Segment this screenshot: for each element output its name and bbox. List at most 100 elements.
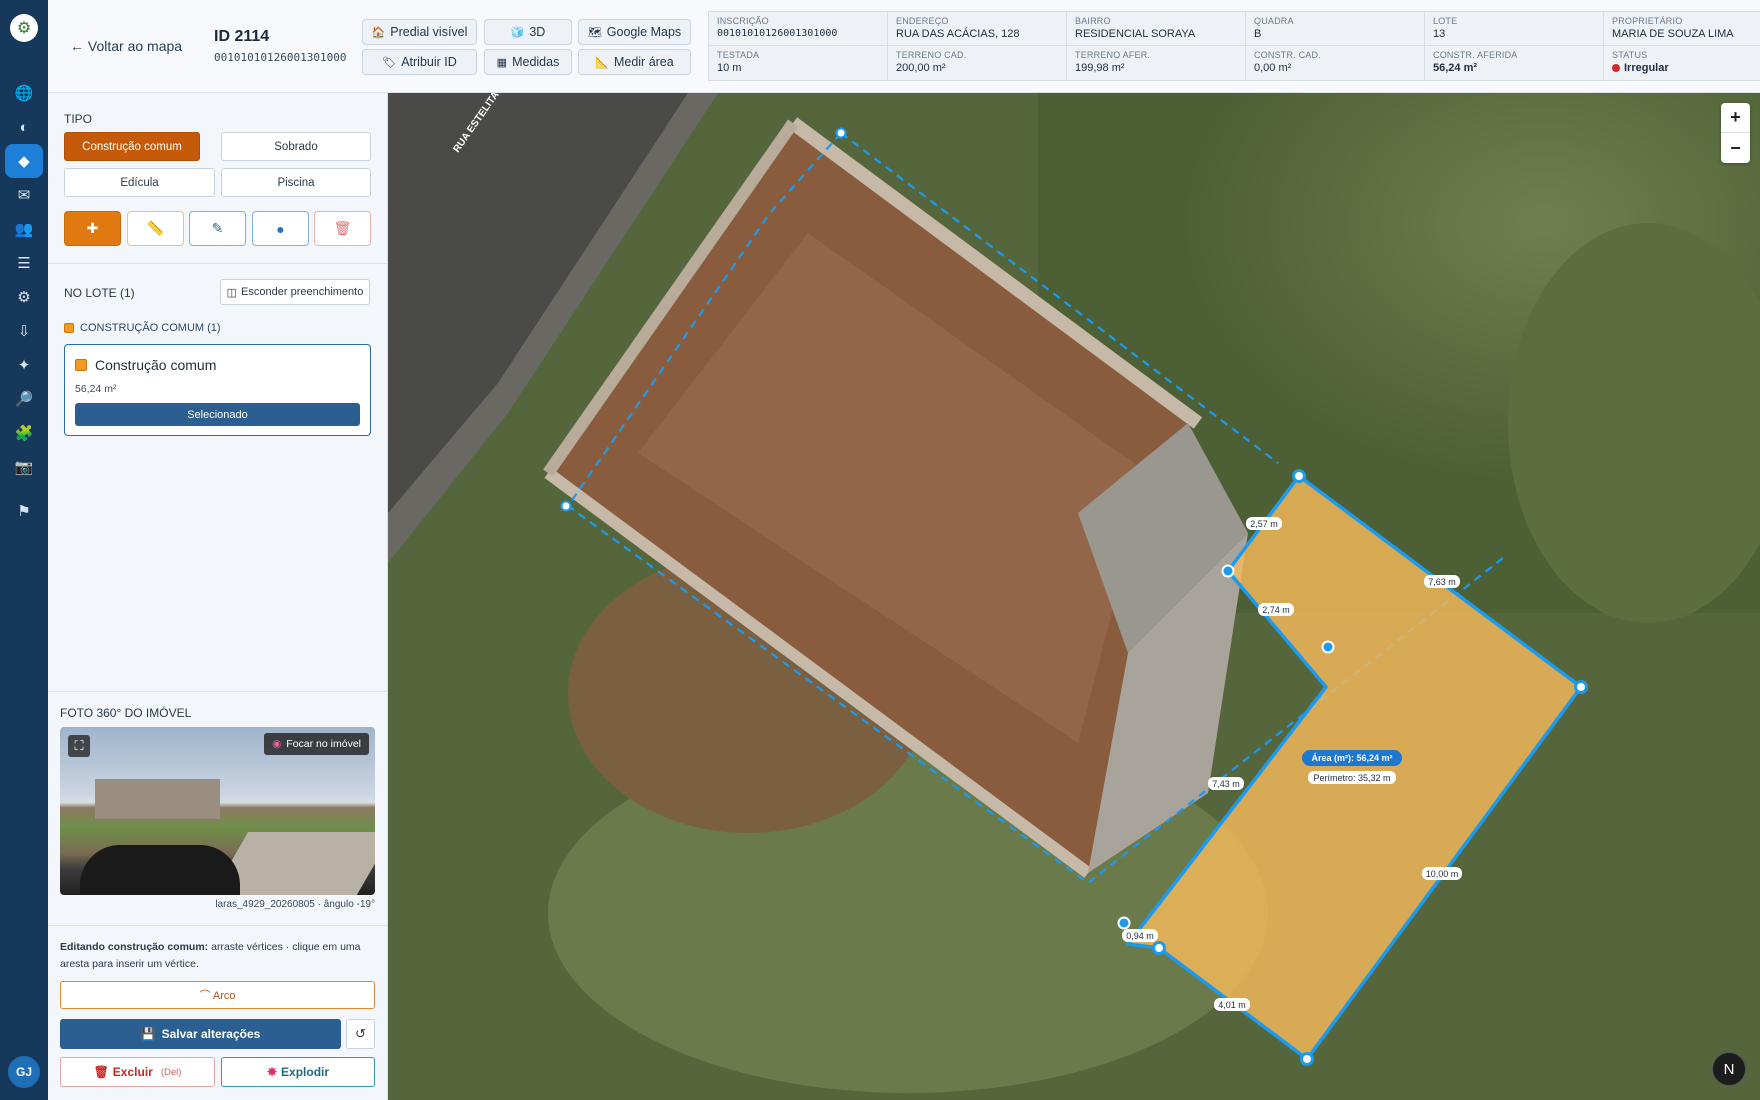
building-icon: 🏠 [371,26,386,39]
target-icon: ◉ [272,738,282,750]
map-canvas[interactable]: RUA ESTELITA 2,57 m 7,63 m 2,74 m 7,43 m… [388,93,1760,1100]
list-icon[interactable]: ☰ [5,246,43,280]
type-edicula-button[interactable]: Edícula [64,168,215,197]
3d-button[interactable]: 🧊 3D [484,19,572,45]
puzzle-icon[interactable]: 🧩 [5,416,43,450]
burst-icon: ✸ [266,1065,278,1079]
edge-label: 10,00 m [1426,869,1459,879]
fill-icon: ◫ [226,286,238,299]
category-group-header[interactable]: CONSTRUÇÃO COMUM (1) [64,322,221,334]
cube-icon: 🧊 [510,26,525,39]
color-swatch-icon [64,323,74,333]
edge-label: 2,57 m [1250,519,1278,529]
flag-icon[interactable]: ⚑ [5,494,43,528]
divider [48,263,387,264]
vertex-handle[interactable] [1574,680,1588,694]
circle-tool-button[interactable]: ● [252,211,309,246]
construction-card[interactable]: Construção comum 56,24 m² Selecionado [64,344,371,436]
delete-tool-button[interactable]: 🗑 [314,211,371,246]
left-rail: ⚙ 🌐 ◐ ◆ ✉ 👥 ☰ ⚙ ⇩ ✦ 🔎 🧩 📷 ⚑ GJ [0,0,48,1100]
back-to-map-link[interactable]: ← Voltar ao mapa [70,38,182,54]
status-badge: Irregular [1624,62,1669,74]
vertex-handle[interactable] [1221,564,1235,578]
floppy-icon: 💾 [140,1027,156,1041]
property-id-title: ID 2114 [214,28,270,45]
vertex-handle[interactable] [560,500,572,512]
perimeter-label: Perímetro: 35,32 m [1313,773,1390,783]
measure-button[interactable]: 📏 [127,211,184,246]
edit-vertices-button[interactable]: ✎ [189,211,246,246]
type-piscina-button[interactable]: Piscina [221,168,371,197]
info-proprietario: PROPRIETÁRIO MARIA DE SOUZA LIMA [1604,12,1760,46]
vertex-handle[interactable] [1152,941,1166,955]
info-inscricao: INSCRIÇÃO 00101010126001301000 [709,12,888,46]
street-view-photo[interactable]: ⛶ ◉ Focar no imóvel [60,727,375,895]
header: ← Voltar ao mapa ID 2114 001010101260013… [48,0,1760,93]
hide-fill-button[interactable]: ◫ Esconder preenchimento [220,279,370,305]
expand-icon[interactable]: ⛶ [68,735,90,757]
vertex-handle[interactable] [1321,640,1335,654]
mail-icon[interactable]: ✉ [5,178,43,212]
search-icon[interactable]: 🔎 [5,382,43,416]
area-label: Área (m²): 56,24 m² [1311,753,1392,763]
info-endereco: ENDEREÇO RUA DAS ACÁCIAS, 128 [888,12,1067,46]
camera-icon[interactable]: 📷 [5,450,43,484]
plus-icon: ✚ [86,220,99,236]
medidas-button[interactable]: ▦ Medidas [484,49,572,75]
tag-icon: 🏷 [382,56,397,69]
medir-area-button[interactable]: 📐 Medir área [578,49,691,75]
foto-heading: FOTO 360° DO IMÓVEL [60,706,192,720]
zoom-out-button[interactable]: − [1721,133,1750,163]
app-logo[interactable]: ⚙ [10,14,38,42]
explode-button[interactable]: ✸ Explodir [221,1057,375,1087]
atribuir-id-button[interactable]: 🏷 Atribuir ID [362,49,477,75]
edge-label: 7,63 m [1428,577,1456,587]
edge-label: 0,94 m [1126,931,1154,941]
settings-icon[interactable]: ⚙ [5,280,43,314]
color-swatch-icon [75,359,87,371]
info-testada: TESTADA 10 m [709,46,888,80]
delete-button[interactable]: 🗑 Excluir (Del) [60,1057,215,1087]
globe-icon[interactable]: 🌐 [5,76,43,110]
vertex-handle[interactable] [1300,1052,1314,1066]
type-sobrado-button[interactable]: Sobrado [221,132,371,161]
compass-button[interactable]: N [1712,1052,1746,1086]
sparkle-icon[interactable]: ✦ [5,348,43,382]
undo-button[interactable]: ↺ [346,1019,375,1049]
type-construcao-comum-button[interactable]: Construção comum [64,132,200,161]
aerial-map[interactable]: RUA ESTELITA 2,57 m 7,63 m 2,74 m 7,43 m… [388,93,1760,1100]
ruler-icon: 📏 [146,220,165,236]
info-status: STATUS Irregular [1612,50,1669,74]
edge-label: 2,74 m [1262,605,1290,615]
status-dot-icon [1612,64,1620,73]
edit-panel: TIPO Construção comum Sobrado Edícula Pi… [48,93,388,1100]
users-icon[interactable]: 👥 [5,212,43,246]
vertex-handle[interactable] [1117,916,1131,930]
focus-property-button[interactable]: ◉ Focar no imóvel [264,733,369,755]
google-maps-button[interactable]: 🗺 Google Maps [578,19,691,45]
predial-visivel-button[interactable]: 🏠 Predial visível [362,19,477,45]
tipo-heading: TIPO [64,112,93,126]
layers-icon[interactable]: ◆ [5,144,43,178]
zoom-in-button[interactable]: + [1721,103,1750,133]
construction-title: Construção comum [95,357,217,373]
download-icon[interactable]: ⇩ [5,314,43,348]
property-id-block: ID 2114 00101010126001301000 [214,28,346,64]
avatar[interactable]: GJ [8,1056,40,1088]
selected-button[interactable]: Selecionado [75,403,360,426]
pencil-icon: ✎ [211,220,224,236]
add-shape-button[interactable]: ✚ [64,211,121,246]
triangle-ruler-icon: 📐 [595,56,609,69]
save-button[interactable]: 💾 Salvar alterações [60,1019,341,1049]
info-bairro: BAIRRO RESIDENCIAL SORAYA [1067,12,1246,46]
divider [48,925,387,926]
vertex-handle[interactable] [835,127,847,139]
map-icon: 🗺 [587,26,602,39]
info-constr-cad: CONSTR. CAD. 0,00 m² [1246,46,1425,80]
vertex-handle[interactable] [1292,469,1306,483]
arc-button[interactable]: ⌒ Arco [60,981,375,1009]
info-terreno-afer: TERRENO AFER. 199,98 m² [1067,46,1246,80]
contrast-icon[interactable]: ◐ [5,110,43,144]
trash-icon: 🗑 [333,220,352,236]
property-info-grid: INSCRIÇÃO 00101010126001301000 ENDEREÇO RU… [708,11,1760,81]
